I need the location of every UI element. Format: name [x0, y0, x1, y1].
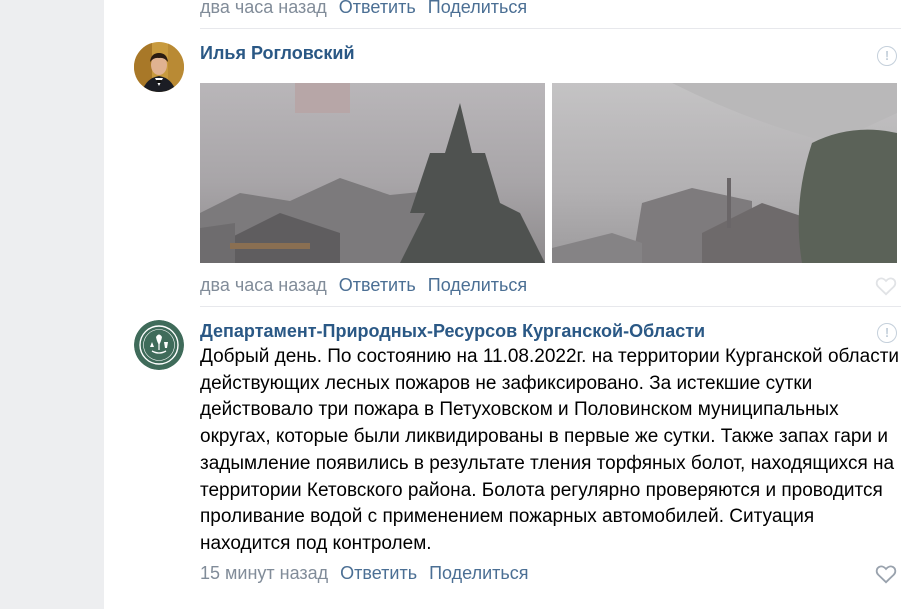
comment-time: 15 минут назад	[200, 563, 329, 583]
photo-image	[200, 83, 545, 263]
comment-time: два часа назад	[200, 0, 327, 17]
share-link[interactable]: Поделиться	[428, 275, 527, 296]
reply-link[interactable]: Ответить	[339, 0, 416, 18]
reply-link[interactable]: Ответить	[340, 563, 417, 584]
reply-link[interactable]: Ответить	[339, 275, 416, 296]
avatar[interactable]	[134, 42, 184, 92]
avatar-photo	[134, 42, 184, 92]
comments-feed: два часа назад Ответить Поделиться Илья …	[104, 0, 921, 609]
comment-author[interactable]: Илья Рогловский	[200, 43, 355, 64]
share-link[interactable]: Поделиться	[429, 563, 528, 584]
share-link[interactable]: Поделиться	[428, 0, 527, 18]
heart-outline-icon[interactable]	[875, 276, 897, 296]
heart-outline-icon[interactable]	[875, 564, 897, 584]
divider	[200, 28, 901, 29]
avatar-logo	[134, 320, 184, 370]
comment-actions: 15 минут назад Ответить Поделиться	[200, 563, 541, 584]
left-margin	[0, 0, 104, 609]
attached-photo[interactable]	[200, 83, 545, 263]
comment-actions: два часа назад Ответить Поделиться	[200, 275, 539, 296]
comment-author[interactable]: Департамент-Природных-Ресурсов Курганско…	[200, 321, 705, 342]
photo-image	[552, 83, 897, 263]
attached-photo[interactable]	[552, 83, 897, 263]
exclamation-circle-icon[interactable]: !	[877, 46, 897, 66]
exclamation-circle-icon[interactable]: !	[877, 323, 897, 343]
avatar[interactable]	[134, 320, 184, 370]
previous-comment-actions: два часа назад Ответить Поделиться	[200, 0, 539, 18]
divider	[200, 306, 901, 307]
comment-time: два часа назад	[200, 275, 327, 295]
comment-text: Добрый день. По состоянию на 11.08.2022г…	[200, 346, 900, 554]
